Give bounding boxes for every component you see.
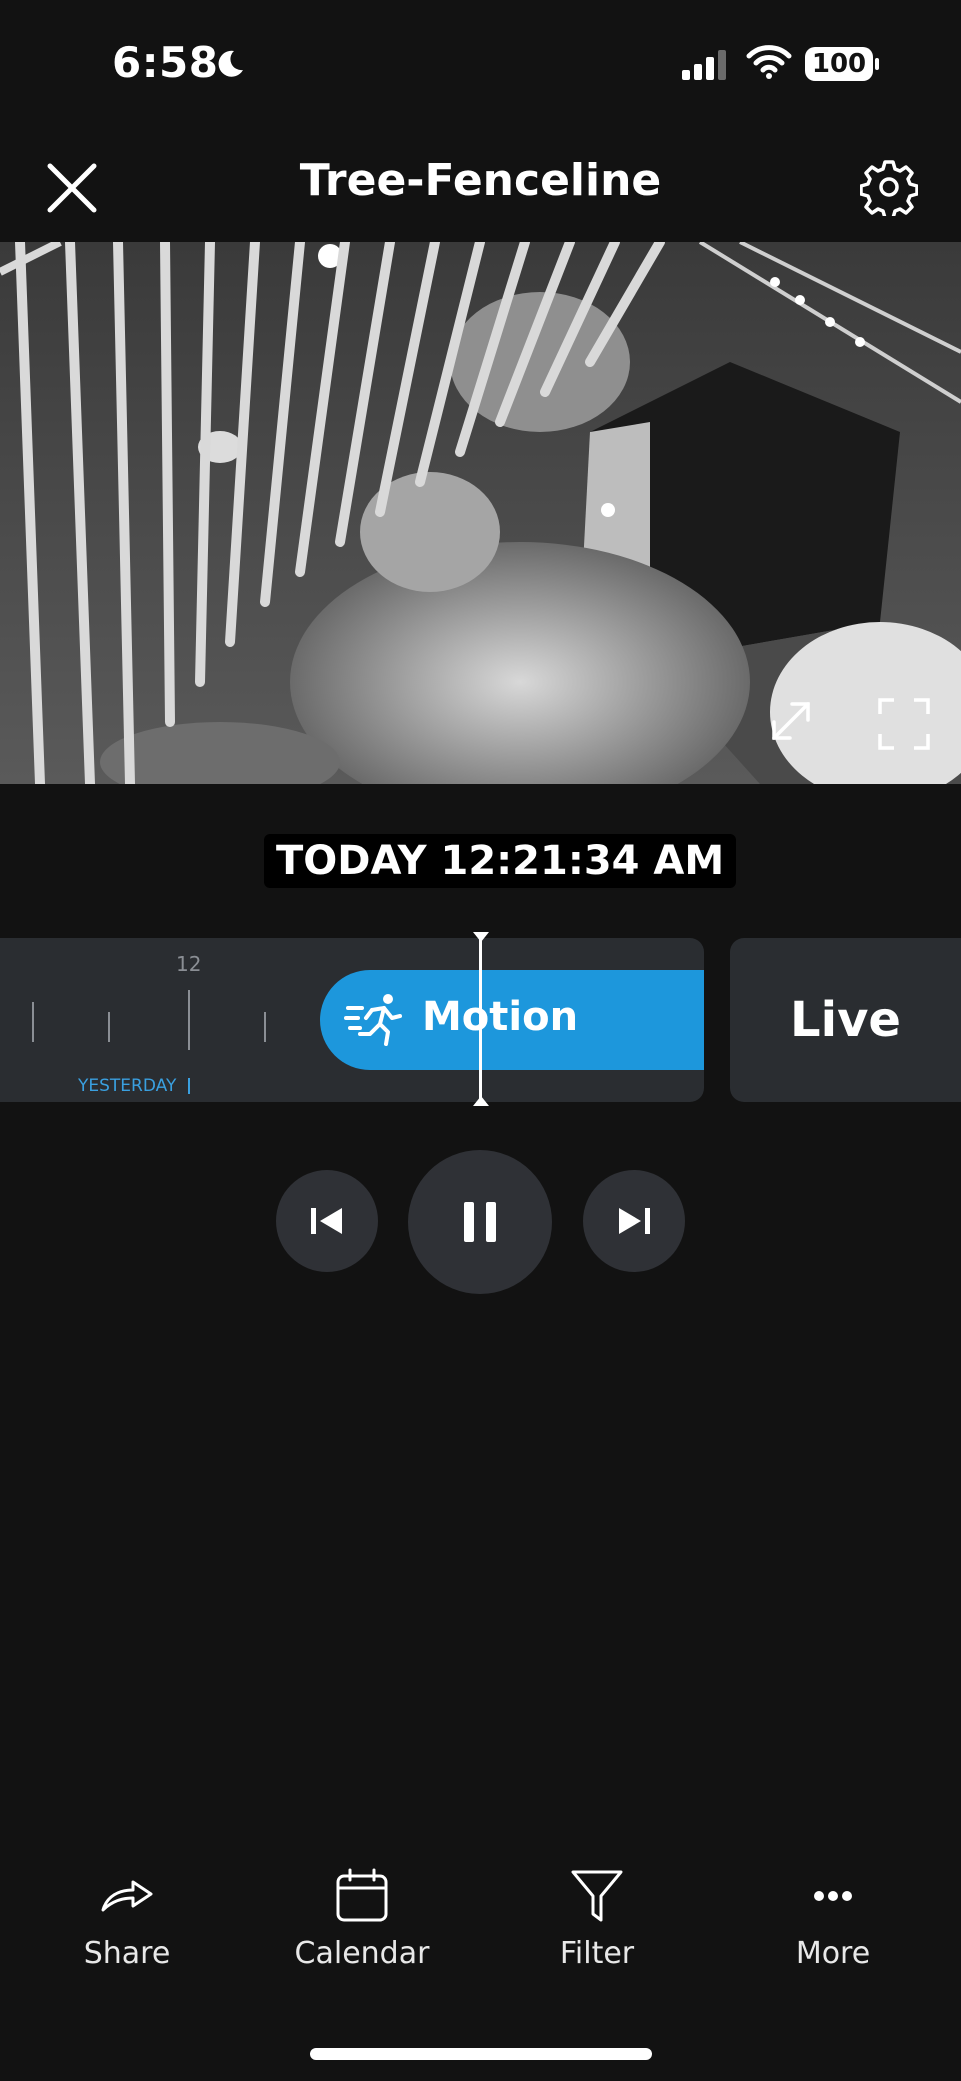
playhead-bottom-marker	[473, 1096, 489, 1106]
timeline-hour-label: 12	[176, 952, 202, 976]
pause-button[interactable]	[408, 1150, 552, 1294]
signal-icon	[682, 50, 726, 80]
home-indicator[interactable]	[310, 2048, 652, 2060]
more-label: More	[795, 1936, 871, 1971]
gear-icon	[860, 160, 918, 216]
settings-button[interactable]	[860, 158, 918, 216]
filter-label: Filter	[559, 1936, 635, 1971]
wifi-icon	[746, 45, 792, 79]
share-label: Share	[83, 1936, 171, 1971]
day-marker	[188, 1078, 190, 1094]
more-icon	[814, 1891, 852, 1901]
timeline-tick	[108, 1012, 110, 1042]
calendar-label: Calendar	[294, 1936, 430, 1971]
timeline-tick	[264, 1012, 266, 1042]
timeline-tick	[32, 1002, 34, 1042]
timeline-tick	[188, 990, 190, 1050]
fullscreen-icon	[878, 698, 930, 750]
playback-timestamp: TODAY 12:21:34 AM	[264, 834, 737, 888]
page-title: Tree-Fenceline	[299, 155, 662, 206]
filter-icon	[571, 1870, 623, 1922]
skip-previous-button[interactable]	[276, 1170, 378, 1272]
timeline-day-label: YESTERDAY	[78, 1076, 177, 1096]
expand-button[interactable]	[766, 696, 816, 746]
pause-icon	[464, 1202, 496, 1242]
calendar-icon	[336, 1868, 388, 1922]
playhead-top-marker	[473, 932, 489, 942]
motion-event-clip[interactable]: Motion	[320, 970, 704, 1070]
skip-next-button[interactable]	[583, 1170, 685, 1272]
share-button[interactable]: Share	[27, 1860, 227, 1980]
timeline-playhead[interactable]	[479, 934, 482, 1104]
calendar-button[interactable]: Calendar	[262, 1860, 462, 1980]
fullscreen-button[interactable]	[876, 696, 932, 752]
skip-previous-icon	[311, 1208, 342, 1234]
video-frame	[0, 242, 961, 784]
filter-button[interactable]: Filter	[497, 1860, 697, 1980]
status-time: 6:58	[112, 38, 219, 87]
event-timeline[interactable]: 12 YESTERDAY Motion	[0, 938, 704, 1102]
motion-event-label: Motion	[422, 994, 579, 1040]
moon-icon	[218, 50, 243, 77]
battery-level: 100	[811, 49, 867, 79]
expand-icon	[772, 702, 810, 740]
camera-video-feed[interactable]	[0, 242, 961, 784]
skip-next-icon	[619, 1208, 650, 1234]
live-button[interactable]: Live	[730, 938, 961, 1102]
share-icon	[101, 1880, 153, 1912]
motion-person-icon	[344, 994, 402, 1046]
more-button[interactable]: More	[733, 1860, 933, 1980]
